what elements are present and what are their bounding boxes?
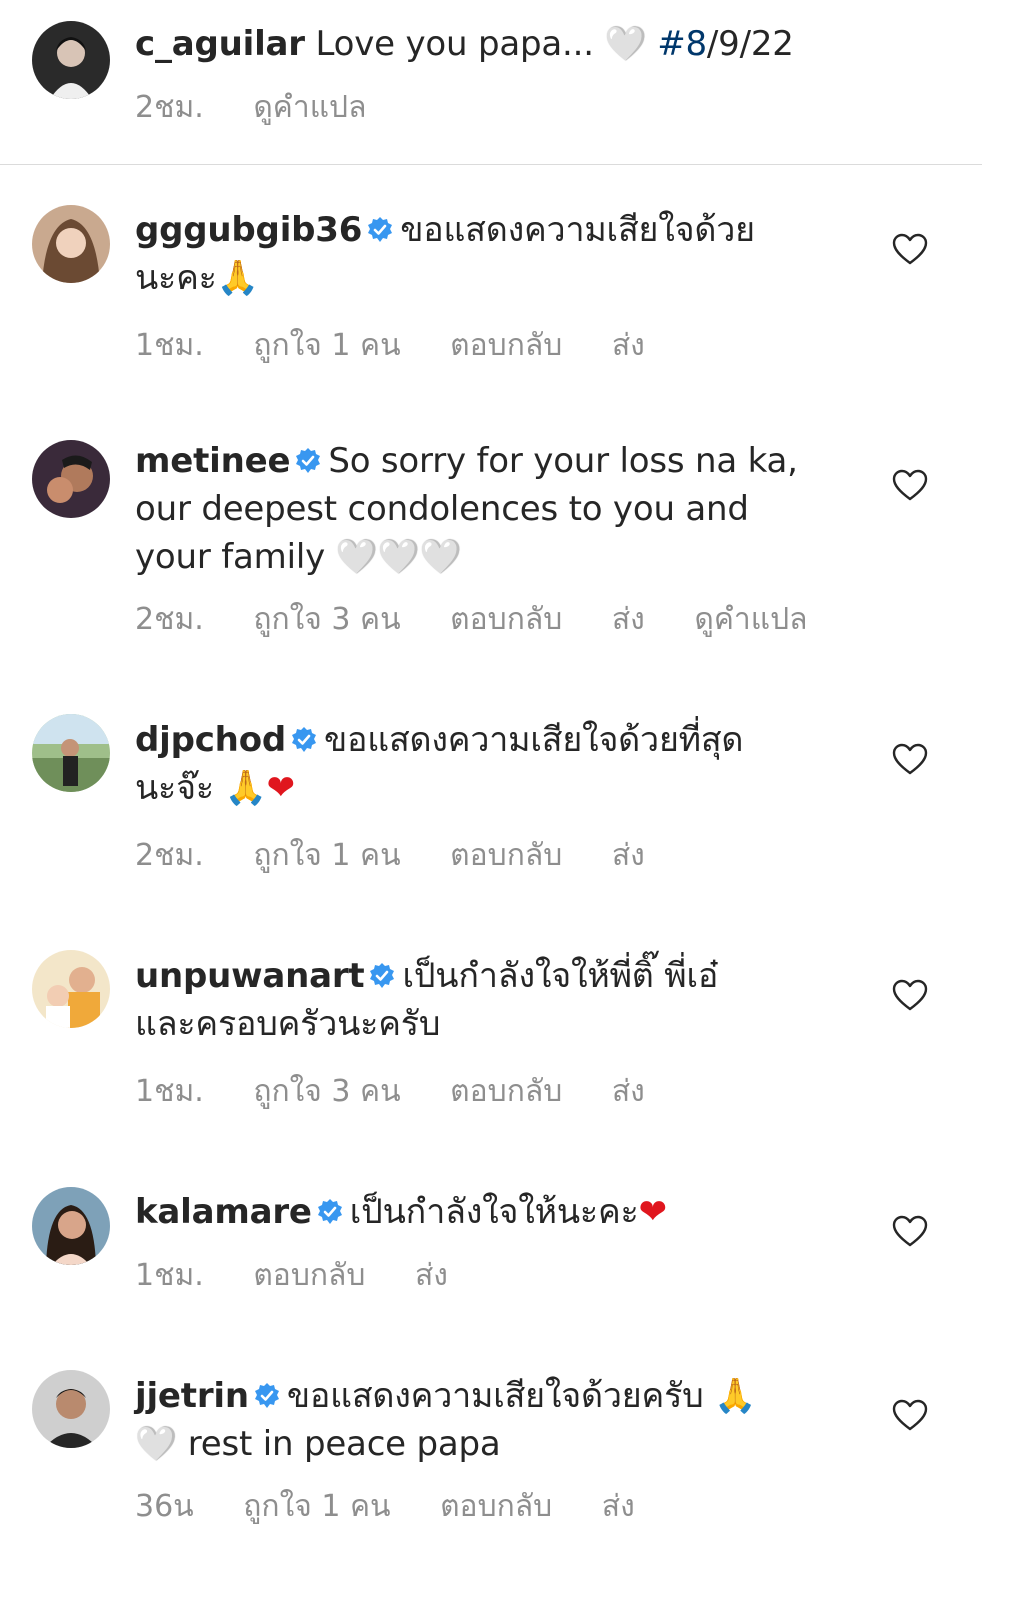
avatar[interactable] (32, 714, 110, 792)
reply-button[interactable]: ตอบกลับ (253, 1258, 365, 1293)
comment-text: เป็นกำลังใจให้พี่ติ๊ พี่เอ๋ (402, 956, 719, 996)
reply-button[interactable]: ตอบกลับ (450, 328, 562, 363)
comment: gggubgib36 ขอแสดงความเสียใจด้วย นะคะ🙏 (135, 206, 855, 302)
caption-meta: 2ชม. ดูคำแปล (135, 88, 406, 128)
comment-meta: 1ชม. ตอบกลับ ส่ง (135, 1256, 488, 1296)
verified-badge-icon (368, 962, 396, 990)
heart-outline-icon[interactable] (891, 232, 929, 266)
caption-username[interactable]: c_aguilar (135, 24, 305, 64)
translate-link[interactable]: ดูคำแปล (694, 602, 807, 637)
send-button[interactable]: ส่ง (612, 838, 645, 873)
avatar[interactable] (32, 21, 110, 99)
red-heart-emoji: ❤ (266, 768, 295, 808)
reply-button[interactable]: ตอบกลับ (450, 1074, 562, 1109)
comment-text: นะคะ (135, 258, 217, 298)
red-heart-emoji: ❤ (638, 1192, 667, 1232)
white-heart-emoji: 🤍 (135, 1424, 178, 1464)
likes-count-link[interactable]: ถูกใจ 3 คน (253, 602, 400, 637)
white-heart-emoji: 🤍 (604, 24, 647, 64)
comment-text: our deepest condolences to you and (135, 489, 749, 529)
white-heart-emoji: 🤍🤍🤍 (335, 537, 463, 577)
comment-username[interactable]: jjetrin (135, 1376, 249, 1416)
caption-text: c_aguilar Love you papa... 🤍 #8/9/22 (135, 20, 855, 68)
comment: jjetrin ขอแสดงความเสียใจด้วยครับ 🙏 🤍 rest… (135, 1372, 855, 1468)
comment-time: 2ชม. (135, 602, 204, 637)
divider (0, 164, 982, 165)
comment-time: 2ชม. (135, 838, 204, 873)
verified-badge-icon (316, 1198, 344, 1226)
comment-time: 1ชม. (135, 1258, 204, 1293)
verified-badge-icon (253, 1382, 281, 1410)
avatar[interactable] (32, 1187, 110, 1265)
avatar[interactable] (32, 440, 110, 518)
comment-time: 2ชม. (135, 90, 204, 125)
verified-badge-icon (366, 216, 394, 244)
comment-text: และครอบครัวนะครับ (135, 1004, 441, 1044)
comment: kalamare เป็นกำลังใจให้นะคะ❤ (135, 1188, 855, 1236)
send-button[interactable]: ส่ง (612, 1074, 645, 1109)
comment-text: ขอแสดงความเสียใจด้วยที่สุด (324, 720, 744, 760)
heart-outline-icon[interactable] (891, 742, 929, 776)
comment-text: นะจ๊ะ (135, 768, 214, 808)
comment-meta: 1ชม. ถูกใจ 3 คน ตอบกลับ ส่ง (135, 1072, 685, 1112)
comment-username[interactable]: kalamare (135, 1192, 312, 1232)
comment-text: ขอแสดงความเสียใจด้วย (400, 210, 755, 250)
comment-text: เป็นกำลังใจให้นะคะ (349, 1192, 639, 1232)
comment-text: So sorry for your loss na ka, (328, 441, 798, 481)
send-button[interactable]: ส่ง (415, 1258, 448, 1293)
comment-username[interactable]: metinee (135, 441, 291, 481)
comment-meta: 36น ถูกใจ 1 คน ตอบกลับ ส่ง (135, 1487, 675, 1527)
comment-time: 1ชม. (135, 1074, 204, 1109)
avatar[interactable] (32, 1370, 110, 1448)
comment: metinee So sorry for your loss na ka, our… (135, 437, 855, 581)
likes-count-link[interactable]: ถูกใจ 1 คน (253, 838, 400, 873)
reply-button[interactable]: ตอบกลับ (450, 838, 562, 873)
send-button[interactable]: ส่ง (612, 602, 645, 637)
verified-badge-icon (290, 726, 318, 754)
caption-message: Love you papa... (315, 24, 594, 64)
reply-button[interactable]: ตอบกลับ (440, 1489, 552, 1524)
verified-badge-icon (294, 447, 322, 475)
heart-outline-icon[interactable] (891, 468, 929, 502)
translate-link[interactable]: ดูคำแปล (253, 90, 366, 125)
comment-text: rest in peace papa (187, 1424, 501, 1464)
likes-count-link[interactable]: ถูกใจ 1 คน (253, 328, 400, 363)
heart-outline-icon[interactable] (891, 1398, 929, 1432)
comment: djpchod ขอแสดงความเสียใจด้วยที่สุด นะจ๊ะ … (135, 716, 855, 812)
heart-outline-icon[interactable] (891, 978, 929, 1012)
pray-emoji: 🙏 (714, 1376, 757, 1416)
reply-button[interactable]: ตอบกลับ (450, 602, 562, 637)
likes-count-link[interactable]: ถูกใจ 1 คน (243, 1489, 390, 1524)
pray-emoji: 🙏 (224, 768, 267, 808)
hashtag-link[interactable]: #8 (657, 24, 707, 64)
send-button[interactable]: ส่ง (602, 1489, 635, 1524)
send-button[interactable]: ส่ง (612, 328, 645, 363)
avatar[interactable] (32, 950, 110, 1028)
avatar[interactable] (32, 205, 110, 283)
comment-text: ขอแสดงความเสียใจด้วยครับ (286, 1376, 704, 1416)
caption-date: /9/22 (706, 24, 794, 64)
comments-screen: c_aguilar Love you papa... 🤍 #8/9/22 2ชม… (0, 0, 1012, 1618)
comment: unpuwanart เป็นกำลังใจให้พี่ติ๊ พี่เอ๋ แล… (135, 952, 855, 1048)
comment-username[interactable]: djpchod (135, 720, 286, 760)
comment-meta: 2ชม. ถูกใจ 3 คน ตอบกลับ ส่ง ดูคำแปล (135, 600, 848, 640)
comment-meta: 2ชม. ถูกใจ 1 คน ตอบกลับ ส่ง (135, 836, 685, 876)
heart-outline-icon[interactable] (891, 1214, 929, 1248)
likes-count-link[interactable]: ถูกใจ 3 คน (253, 1074, 400, 1109)
comment-time: 1ชม. (135, 328, 204, 363)
comment-username[interactable]: unpuwanart (135, 956, 365, 996)
comment-text: your family (135, 537, 325, 577)
comment-time: 36น (135, 1489, 194, 1524)
comment-meta: 1ชม. ถูกใจ 1 คน ตอบกลับ ส่ง (135, 326, 685, 366)
comment-username[interactable]: gggubgib36 (135, 210, 362, 250)
pray-emoji: 🙏 (216, 258, 259, 298)
